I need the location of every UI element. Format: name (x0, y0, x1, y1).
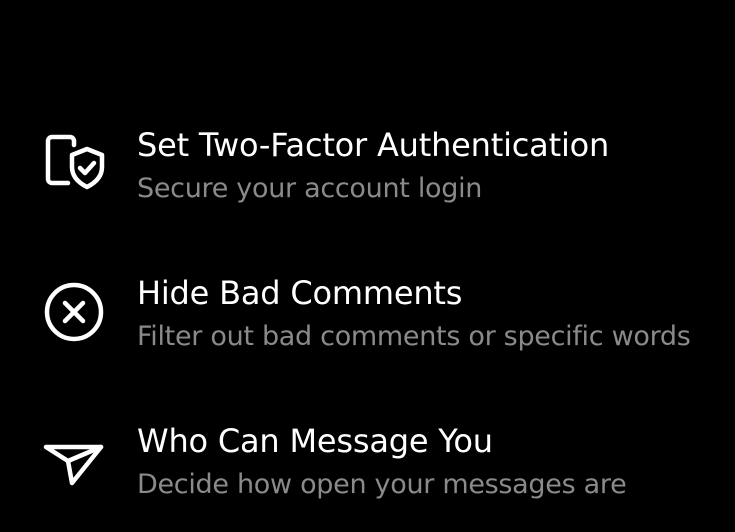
item-title: Set Two-Factor Authentication (137, 126, 610, 164)
settings-item-hide-bad-comments[interactable]: Hide Bad Comments Filter out bad comment… (0, 261, 735, 371)
circle-x-icon (40, 275, 108, 343)
item-title: Hide Bad Comments (137, 274, 463, 312)
item-subtitle: Secure your account login (137, 173, 483, 204)
item-subtitle: Filter out bad comments or specific word… (137, 321, 691, 352)
settings-item-two-factor-authentication[interactable]: Set Two-Factor Authentication Secure you… (0, 113, 735, 223)
item-subtitle: Decide how open your messages are (137, 469, 627, 500)
item-title: Who Can Message You (137, 422, 493, 460)
settings-list: Set Two-Factor Authentication Secure you… (0, 0, 735, 532)
phone-shield-icon (40, 127, 108, 195)
send-icon (40, 421, 108, 489)
settings-item-who-can-message-you[interactable]: Who Can Message You Decide how open your… (0, 409, 735, 519)
